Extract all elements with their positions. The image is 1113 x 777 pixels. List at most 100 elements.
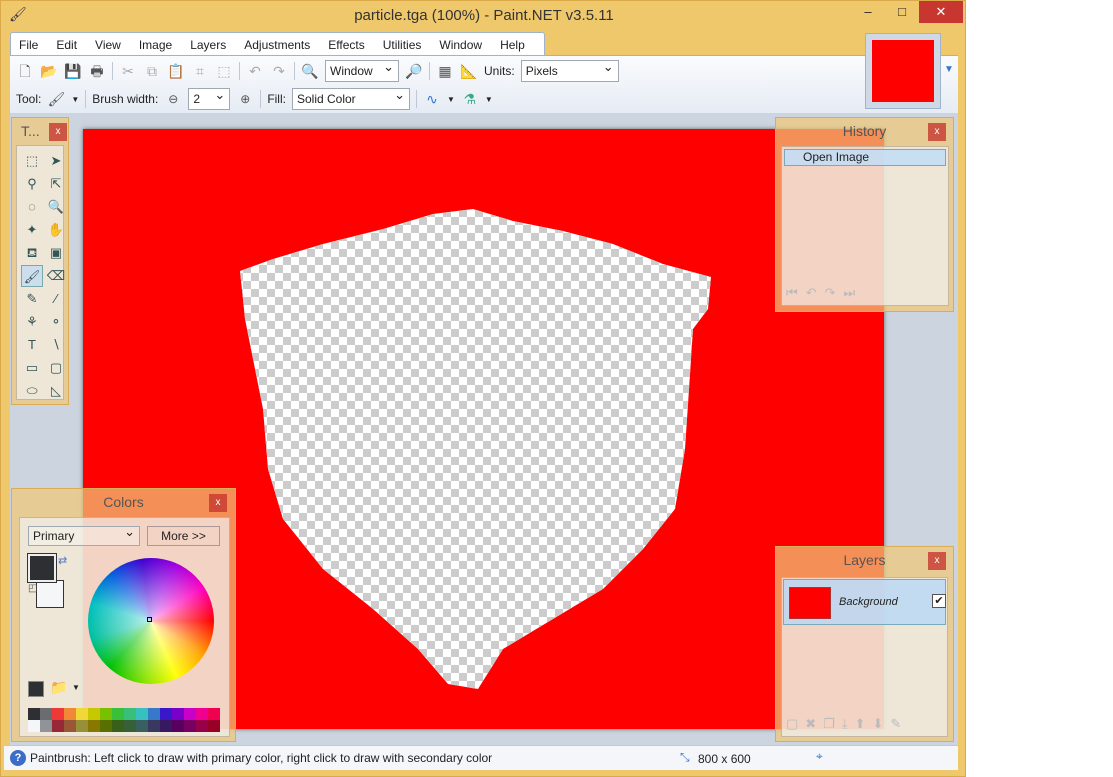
- pencil-icon[interactable]: ✎: [21, 288, 43, 310]
- paintbrush-icon[interactable]: 🖌: [47, 90, 65, 108]
- crop-icon[interactable]: ⌗: [191, 62, 209, 80]
- add-to-palette-icon[interactable]: [28, 681, 44, 697]
- fill-select[interactable]: Solid Color: [291, 85, 410, 110]
- merge-layer-down-icon[interactable]: ⤓: [842, 716, 855, 731]
- palette-swatch[interactable]: [208, 720, 220, 732]
- recolor-icon[interactable]: ⚬: [45, 311, 67, 333]
- clone-stamp-icon[interactable]: ⚘: [21, 311, 43, 333]
- layers-close[interactable]: x: [928, 552, 946, 570]
- lasso-icon[interactable]: ⚲: [21, 173, 43, 195]
- layer-item[interactable]: Background ✔: [783, 579, 946, 625]
- zoom-icon[interactable]: 🔍: [45, 196, 67, 218]
- undo-icon[interactable]: ↶: [806, 285, 825, 300]
- close-button[interactable]: ✕: [919, 1, 963, 23]
- palette-swatch[interactable]: [196, 720, 208, 732]
- increase-width-icon[interactable]: ⊕: [236, 90, 254, 108]
- palette-swatch[interactable]: [136, 708, 148, 720]
- palette-swatch[interactable]: [184, 708, 196, 720]
- rounded-rectangle-icon[interactable]: ▢: [45, 357, 67, 379]
- ruler-icon[interactable]: 📐: [460, 62, 478, 80]
- rectangle-icon[interactable]: ▭: [21, 357, 43, 379]
- deselect-icon[interactable]: ⬚: [215, 62, 233, 80]
- zoom-out-icon[interactable]: 🔍: [301, 62, 319, 80]
- palette-swatch[interactable]: [100, 708, 112, 720]
- move-layer-down-icon[interactable]: ⬇: [873, 716, 891, 731]
- paintbrush-tool-icon[interactable]: 🖌: [21, 265, 43, 287]
- move-layer-up-icon[interactable]: ⬆: [855, 716, 873, 731]
- menu-image[interactable]: Image: [139, 38, 172, 52]
- palette-swatch[interactable]: [160, 708, 172, 720]
- palette-swatch[interactable]: [124, 708, 136, 720]
- palette-swatch[interactable]: [184, 720, 196, 732]
- eraser-icon[interactable]: ⌫: [45, 265, 67, 287]
- ellipse-select-icon[interactable]: ◌: [21, 196, 43, 218]
- layer-properties-icon[interactable]: ✎: [890, 716, 908, 731]
- palette-swatch[interactable]: [88, 708, 100, 720]
- palette-swatch[interactable]: [28, 708, 40, 720]
- ellipse-icon[interactable]: ⬭: [21, 380, 43, 402]
- palette-swatch[interactable]: [40, 708, 52, 720]
- freeform-shape-icon[interactable]: ◺: [45, 380, 67, 402]
- tab-list-icon[interactable]: ▼: [944, 64, 954, 75]
- history-close[interactable]: x: [928, 123, 946, 141]
- redo-icon[interactable]: ↷: [825, 285, 844, 300]
- grid-icon[interactable]: ▦: [436, 62, 454, 80]
- palette-swatch[interactable]: [112, 708, 124, 720]
- pan-icon[interactable]: ✋: [45, 219, 67, 241]
- tools-panel-close[interactable]: x: [49, 123, 67, 141]
- palette-swatch[interactable]: [124, 720, 136, 732]
- palette-swatch[interactable]: [100, 720, 112, 732]
- add-layer-icon[interactable]: ▢: [786, 716, 805, 731]
- units-select[interactable]: Pixels: [520, 57, 619, 82]
- palette-menu-icon[interactable]: 📁: [50, 679, 67, 696]
- paste-icon[interactable]: 📋: [167, 62, 185, 80]
- decrease-width-icon[interactable]: ⊖: [164, 90, 182, 108]
- menu-view[interactable]: View: [95, 38, 121, 52]
- palette-swatch[interactable]: [136, 720, 148, 732]
- new-icon[interactable]: 🗋: [16, 62, 34, 80]
- tool-dropdown-icon[interactable]: ▼: [71, 95, 79, 104]
- rewind-icon[interactable]: ⏮: [786, 285, 806, 300]
- swap-colors-icon[interactable]: ⇄: [58, 554, 67, 567]
- fast-forward-icon[interactable]: ⏭: [844, 285, 864, 300]
- zoom-select[interactable]: Window: [325, 57, 399, 82]
- colors-close[interactable]: x: [209, 494, 227, 512]
- print-icon[interactable]: 🖶: [88, 62, 106, 80]
- palette-dropdown-icon[interactable]: ▼: [72, 683, 80, 692]
- delete-layer-icon[interactable]: ✖: [805, 716, 823, 731]
- menu-utilities[interactable]: Utilities: [383, 38, 422, 52]
- palette-swatch[interactable]: [28, 720, 40, 732]
- save-icon[interactable]: 💾: [64, 62, 82, 80]
- blend-dropdown-icon[interactable]: ▼: [485, 95, 493, 104]
- redo-icon[interactable]: ↷: [270, 62, 288, 80]
- magic-wand-icon[interactable]: ✦: [21, 219, 43, 241]
- more-button[interactable]: More >>: [147, 526, 220, 546]
- palette-swatch[interactable]: [112, 720, 124, 732]
- menu-effects[interactable]: Effects: [328, 38, 364, 52]
- reset-colors-icon[interactable]: ◰: [28, 583, 37, 594]
- menu-window[interactable]: Window: [439, 38, 482, 52]
- antialiasing-dropdown-icon[interactable]: ▼: [447, 95, 455, 104]
- rectangle-select-icon[interactable]: ⬚: [21, 150, 43, 172]
- bucket-icon[interactable]: ⛾: [21, 242, 43, 264]
- blend-mode-icon[interactable]: ⚗: [461, 90, 479, 108]
- primary-color-swatch[interactable]: [27, 553, 57, 583]
- palette-swatch[interactable]: [196, 708, 208, 720]
- move-selection-icon[interactable]: ➤: [45, 150, 67, 172]
- gradient-icon[interactable]: ▣: [45, 242, 67, 264]
- color-wheel-marker[interactable]: [147, 617, 152, 622]
- menu-file[interactable]: File: [19, 38, 38, 52]
- palette-swatch[interactable]: [208, 708, 220, 720]
- palette-swatch[interactable]: [160, 720, 172, 732]
- menu-help[interactable]: Help: [500, 38, 525, 52]
- palette-swatch[interactable]: [172, 720, 184, 732]
- color-wheel[interactable]: [88, 558, 214, 684]
- palette-swatch[interactable]: [52, 720, 64, 732]
- minimize-button[interactable]: –: [851, 1, 885, 23]
- color-mode-select[interactable]: Primary: [28, 523, 140, 546]
- layer-visibility-checkbox[interactable]: ✔: [932, 594, 946, 608]
- palette-swatch[interactable]: [88, 720, 100, 732]
- palette-swatch[interactable]: [52, 708, 64, 720]
- cut-icon[interactable]: ✂: [119, 62, 137, 80]
- copy-icon[interactable]: ⧉: [143, 62, 161, 80]
